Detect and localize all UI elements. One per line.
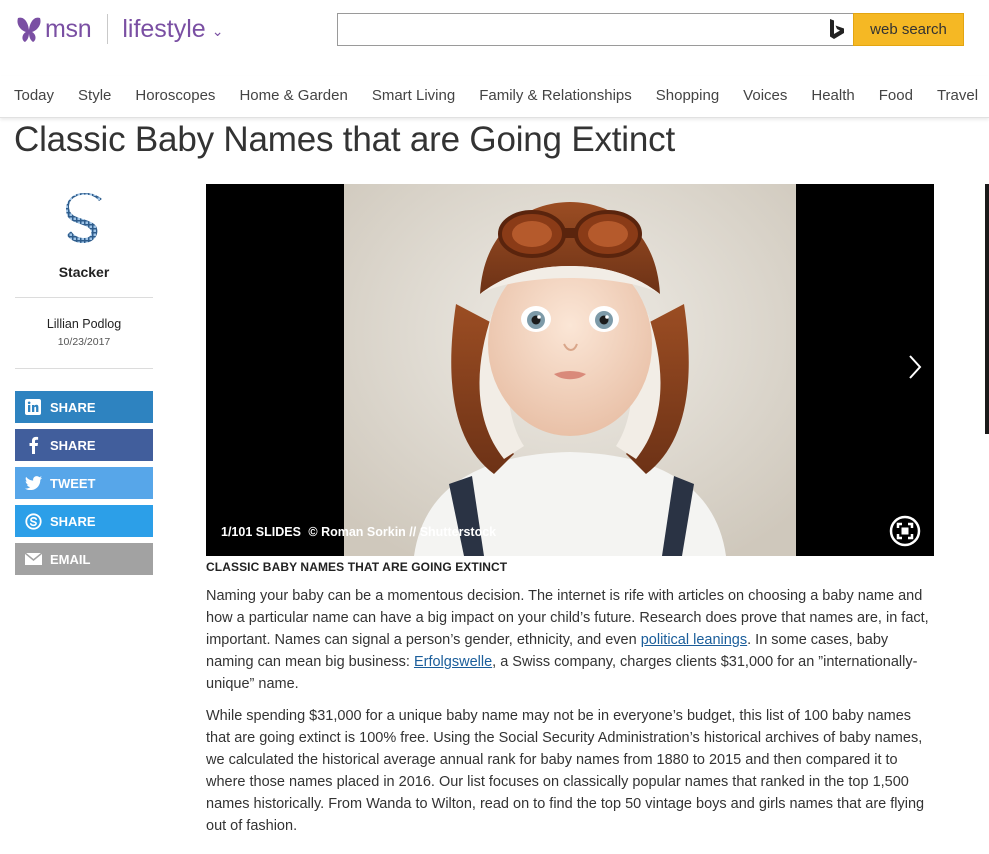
linkedin-icon — [24, 398, 42, 416]
nav-item-travel[interactable]: Travel — [937, 76, 978, 117]
facebook-icon — [24, 436, 42, 454]
skype-share-label: SHARE — [50, 513, 96, 529]
nav-item-style[interactable]: Style — [78, 76, 111, 117]
section-label: lifestyle — [122, 14, 206, 43]
msn-wordmark: msn — [45, 14, 92, 43]
facebook-share-button[interactable]: SHARE — [15, 429, 153, 461]
msn-logo[interactable]: msn lifestyle ⌄ — [16, 14, 223, 44]
nav-item-horoscopes[interactable]: Horoscopes — [135, 76, 215, 117]
nav-item-today[interactable]: Today — [14, 76, 54, 117]
author-name: Lillian Podlog — [46, 317, 122, 331]
bing-icon — [830, 19, 844, 39]
nav-item-home-garden[interactable]: Home & Garden — [239, 76, 347, 117]
msn-butterfly-icon — [17, 17, 41, 42]
facebook-share-label: SHARE — [50, 437, 96, 453]
nav-item-food[interactable]: Food — [879, 76, 913, 117]
slide-caption-title: CLASSIC BABY NAMES THAT ARE GOING EXTINC… — [206, 560, 508, 574]
right-ad-edge — [985, 184, 989, 434]
article-paragraph-2: While spending $31,000 for a unique baby… — [206, 708, 925, 834]
web-search-button[interactable]: web search — [853, 13, 964, 46]
skype-icon — [24, 512, 42, 530]
nav-item-family-relationships[interactable]: Family & Relationships — [479, 76, 632, 117]
slide-counter: 1/101 SLIDES © Roman Sorkin // Shutterst… — [221, 525, 496, 539]
next-slide-arrow-icon[interactable] — [904, 352, 926, 382]
section-dropdown[interactable]: lifestyle ⌄ — [122, 15, 223, 44]
twitter-tweet-button[interactable]: TWEET — [15, 467, 153, 499]
search-input[interactable] — [337, 13, 853, 46]
category-nav: Today Style Horoscopes Home & Garden Sma… — [0, 76, 989, 118]
nav-item-shopping[interactable]: Shopping — [656, 76, 719, 117]
stacker-logo[interactable] — [65, 193, 103, 245]
slide-count-text: 1/101 SLIDES — [221, 525, 301, 539]
linkedin-share-label: SHARE — [50, 399, 96, 415]
twitter-tweet-label: TWEET — [50, 475, 96, 491]
nav-item-smart-living[interactable]: Smart Living — [372, 76, 455, 117]
slide-image-baby-aviator-hat — [344, 184, 796, 556]
publish-date: 10/23/2017 — [57, 336, 111, 348]
linkedin-share-button[interactable]: SHARE — [15, 391, 153, 423]
logo-divider — [107, 14, 109, 44]
photo-credit: © Roman Sorkin // Shutterstock — [308, 525, 497, 539]
search-bar: web search — [337, 13, 964, 46]
site-header: msn lifestyle ⌄ web search — [0, 0, 989, 60]
email-share-label: EMAIL — [50, 551, 91, 567]
chevron-down-icon: ⌄ — [211, 22, 224, 39]
envelope-icon — [24, 550, 42, 568]
slideshow[interactable] — [206, 184, 934, 556]
fullscreen-icon[interactable] — [889, 515, 921, 547]
nav-item-health[interactable]: Health — [811, 76, 854, 117]
erfolgswelle-link[interactable]: Erfolgswelle — [414, 654, 492, 670]
skype-share-button[interactable]: SHARE — [15, 505, 153, 537]
divider — [15, 297, 153, 298]
divider — [15, 368, 153, 369]
article-paragraph-1: Naming your baby can be a momentous deci… — [206, 585, 934, 695]
twitter-icon — [24, 474, 42, 492]
email-share-button[interactable]: EMAIL — [15, 543, 153, 575]
page-title: Classic Baby Names that are Going Extinc… — [14, 120, 675, 159]
source-name[interactable]: Stacker — [15, 264, 153, 280]
nav-item-voices[interactable]: Voices — [743, 76, 787, 117]
political-leanings-link[interactable]: political leanings — [641, 632, 747, 648]
